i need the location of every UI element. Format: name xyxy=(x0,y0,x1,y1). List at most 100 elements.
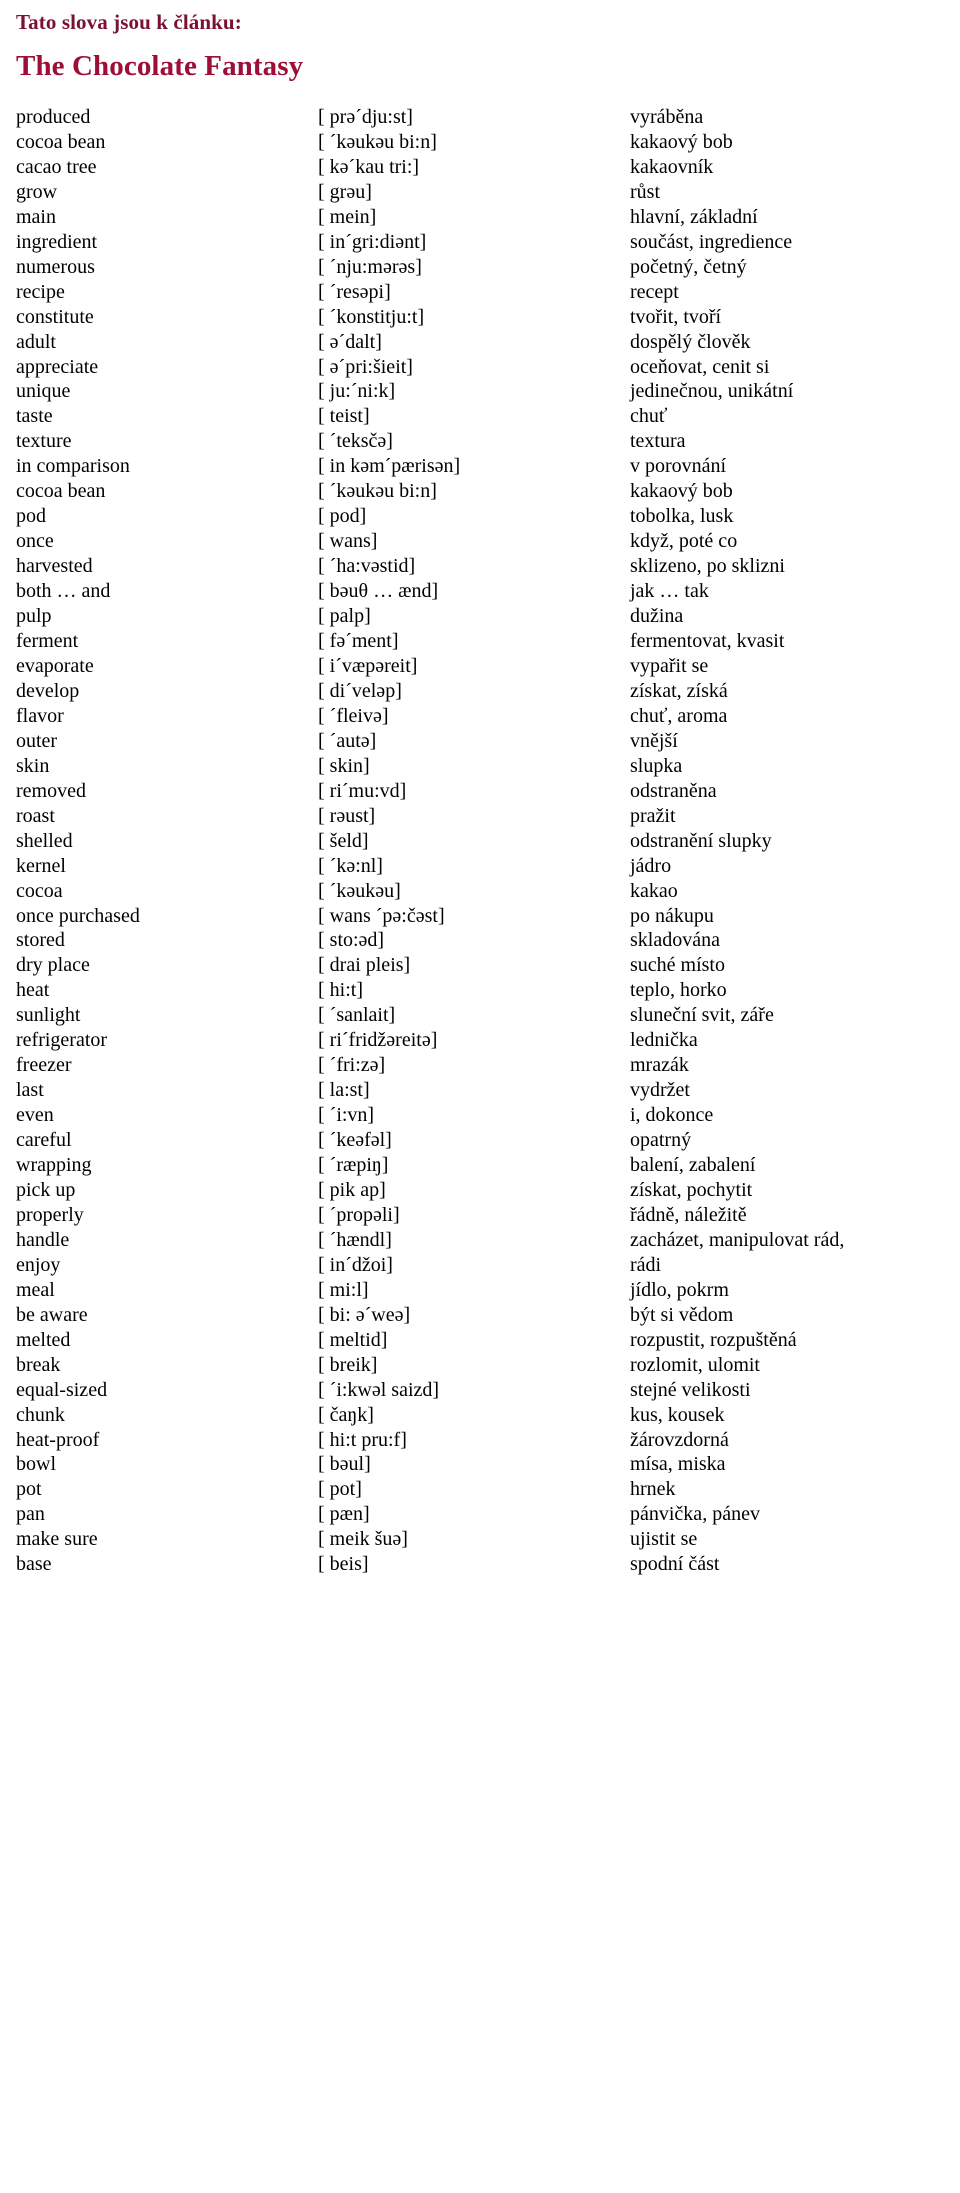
czech-translation: dospělý člověk xyxy=(630,330,960,355)
table-row: wrapping [ ´ræpiŋ] balení, zabalení xyxy=(0,1153,960,1178)
czech-translation-text: opatrný xyxy=(630,1129,692,1152)
czech-translation-text: početný, četný xyxy=(630,255,747,278)
english-word: careful xyxy=(16,1129,72,1152)
czech-translation: vydržet xyxy=(630,1078,960,1103)
english-word: both … and xyxy=(16,580,111,603)
czech-translation: být si vědom xyxy=(630,1303,960,1328)
czech-translation: kakaový bob xyxy=(630,130,960,155)
czech-translation-text: tobolka, lusk xyxy=(630,505,734,528)
english-word: refrigerator xyxy=(16,1029,108,1052)
czech-translation-text: kakaový bob xyxy=(630,130,733,153)
phonetic-transcription: [ ´kəukəu] xyxy=(318,879,401,902)
czech-translation-text: dužina xyxy=(630,605,684,628)
phonetic-transcription: [ ´propəli] xyxy=(318,1203,400,1226)
english-word: taste xyxy=(16,405,53,428)
czech-translation: chuť xyxy=(630,404,960,429)
phonetic-transcription: [ meik šuə] xyxy=(318,1528,408,1551)
table-row: main [ mein] hlavní, základní xyxy=(0,205,960,230)
english-word: pulp xyxy=(16,605,52,628)
czech-translation: řádně, náležitě xyxy=(630,1203,960,1228)
phonetic-transcription: [ ´sanlait] xyxy=(318,1004,396,1027)
czech-translation-text: mrazák xyxy=(630,1054,689,1077)
czech-translation-text: chuť, aroma xyxy=(630,704,728,727)
table-row: adult [ ə´dalt] dospělý člověk xyxy=(0,330,960,355)
english-word: equal-sized xyxy=(16,1378,108,1401)
phonetic-transcription: [ ´nju:mərəs] xyxy=(318,255,422,278)
english-word: adult xyxy=(16,330,56,353)
czech-translation: balení, zabalení xyxy=(630,1153,960,1178)
czech-translation-text: kakao xyxy=(630,879,678,902)
phonetic-transcription: [ pot] xyxy=(318,1478,362,1501)
english-word: meal xyxy=(16,1278,55,1301)
english-word: once xyxy=(16,530,54,553)
czech-translation-text: textura xyxy=(630,430,686,453)
czech-translation: v porovnání xyxy=(630,454,960,479)
english-word: harvested xyxy=(16,555,93,578)
table-row: equal-sized [ ´i:kwəl saizd] stejné veliko… xyxy=(0,1378,960,1403)
phonetic-transcription: [ hi:t] xyxy=(318,979,363,1002)
czech-translation-text: být si vědom xyxy=(630,1303,734,1326)
czech-translation: získat, pochytit xyxy=(630,1178,960,1203)
czech-translation: vyráběna xyxy=(630,105,960,130)
phonetic-transcription: [ ə´pri:šieit] xyxy=(318,355,413,378)
table-row: cocoa bean [ ´kəukəu bi:n] kakaový bob xyxy=(0,130,960,155)
czech-translation: pražit xyxy=(630,804,960,829)
czech-translation-text: fermentovat, kvasit xyxy=(630,630,785,653)
phonetic-transcription: [ ə´dalt] xyxy=(318,330,382,353)
czech-translation-text: hlavní, základní xyxy=(630,205,758,228)
table-row: pan [ pæn] pánvička, pánev xyxy=(0,1502,960,1527)
phonetic-transcription: [ drai pleis] xyxy=(318,954,411,977)
table-row: sunlight [ ´sanlait] sluneční svit, záře xyxy=(0,1003,960,1028)
czech-translation: zacházet, manipulovat rád, xyxy=(630,1228,960,1253)
table-row: roast [ rəust] pražit xyxy=(0,804,960,829)
english-word: cocoa xyxy=(16,879,63,902)
table-row: melted [ meltid] rozpustit, rozpuštěná xyxy=(0,1328,960,1353)
phonetic-transcription: [ fə´ment] xyxy=(318,630,399,653)
phonetic-transcription: [ ´kəukəu bi:n] xyxy=(318,480,437,503)
czech-translation: kakaový bob xyxy=(630,479,960,504)
table-row: harvested [ ´ha:vəstid] sklizeno, po skliz… xyxy=(0,554,960,579)
heading-block: Tato slova jsou k článku: The Chocolate … xyxy=(0,0,960,83)
table-row: break [ breik] rozlomit, ulomit xyxy=(0,1353,960,1378)
czech-translation-text: žárovzdorná xyxy=(630,1428,729,1451)
english-word: cocoa bean xyxy=(16,480,106,503)
table-row: handle [ ´hændl] zacházet, manipulovat rád… xyxy=(0,1228,960,1253)
czech-translation-text: sklizeno, po sklizni xyxy=(630,555,785,578)
czech-translation-text: odstranění slupky xyxy=(630,829,772,852)
czech-translation-text: jedinečnou, unikátní xyxy=(630,380,794,403)
phonetic-transcription: [ mein] xyxy=(318,205,377,228)
czech-translation: tvořit, tvoří xyxy=(630,305,960,330)
english-word: pot xyxy=(16,1478,42,1501)
phonetic-transcription: [ ´hændl] xyxy=(318,1228,392,1251)
english-word: kernel xyxy=(16,854,66,877)
phonetic-transcription: [ in´gri:diənt] xyxy=(318,230,427,253)
czech-translation-text: když, poté co xyxy=(630,530,738,553)
english-word: pick up xyxy=(16,1178,76,1201)
phonetic-transcription: [ ´kəukəu bi:n] xyxy=(318,130,437,153)
vocabulary-table: produced [ prə´dju:st] vyráběna cocoa bean [… xyxy=(0,105,960,1577)
czech-translation: hlavní, základní xyxy=(630,205,960,230)
phonetic-transcription: [ ri´mu:vd] xyxy=(318,779,407,802)
english-word: properly xyxy=(16,1203,84,1226)
phonetic-transcription: [ ´i:vn] xyxy=(318,1104,375,1127)
czech-translation: spodní část xyxy=(630,1552,960,1577)
czech-translation-text: součást, ingredience xyxy=(630,230,793,253)
table-row: dry place [ drai pleis] suché místo xyxy=(0,953,960,978)
phonetic-transcription: [ bəul] xyxy=(318,1453,371,1476)
czech-translation-text: jídlo, pokrm xyxy=(630,1278,729,1301)
english-word: heat xyxy=(16,979,50,1002)
table-row: evaporate [ i´væpəreit] vypařit se xyxy=(0,654,960,679)
czech-translation: jedinečnou, unikátní xyxy=(630,379,960,404)
czech-translation-text: pánvička, pánev xyxy=(630,1503,760,1526)
phonetic-transcription: [ ju:´ni:k] xyxy=(318,380,396,403)
czech-translation-text: získat, pochytit xyxy=(630,1178,753,1201)
table-row: bowl [ bəul] mísa, miska xyxy=(0,1452,960,1477)
czech-translation: tobolka, lusk xyxy=(630,504,960,529)
table-row: appreciate [ ə´pri:šieit] oceňovat, cenit … xyxy=(0,355,960,380)
english-word: grow xyxy=(16,180,58,203)
czech-translation: žárovzdorná xyxy=(630,1428,960,1453)
czech-translation: jídlo, pokrm xyxy=(630,1278,960,1303)
czech-translation-text: kus, kousek xyxy=(630,1403,725,1426)
english-word: heat-proof xyxy=(16,1428,100,1451)
phonetic-transcription: [ la:st] xyxy=(318,1079,370,1102)
